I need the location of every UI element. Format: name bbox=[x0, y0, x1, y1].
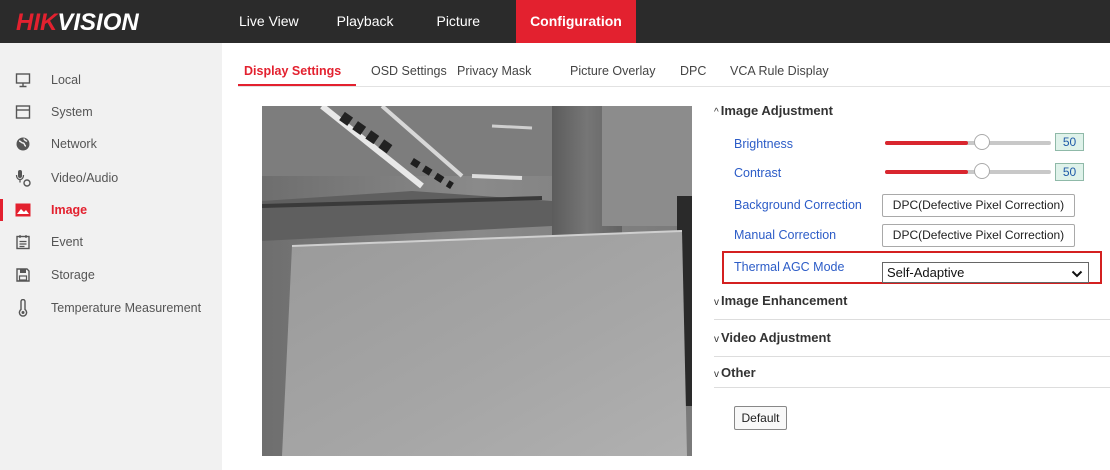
section-other[interactable]: v Other bbox=[714, 365, 756, 380]
contrast-slider[interactable] bbox=[885, 163, 1051, 179]
tab-osd-settings[interactable]: OSD Settings bbox=[371, 64, 447, 78]
nav-live-view[interactable]: Live View bbox=[220, 0, 318, 43]
calendar-icon bbox=[13, 233, 33, 251]
sidebar-item-label: Temperature Measurement bbox=[51, 301, 202, 315]
sidebar-item-label: Local bbox=[51, 73, 81, 87]
sidebar-item-event[interactable]: Event bbox=[13, 228, 222, 256]
thermal-image bbox=[262, 106, 692, 456]
brand-logo: HIKVISION bbox=[16, 9, 139, 37]
nav-picture[interactable]: Picture bbox=[412, 0, 516, 43]
tab-privacy-mask[interactable]: Privacy Mask bbox=[457, 64, 531, 78]
top-nav: Live View Playback Picture Configuration bbox=[220, 0, 636, 43]
sidebar-item-local[interactable]: Local bbox=[13, 66, 222, 94]
microphone-icon bbox=[13, 169, 33, 187]
sidebar-item-label: Storage bbox=[51, 268, 95, 282]
sidebar-item-video-audio[interactable]: Video/Audio bbox=[13, 164, 222, 192]
background-correction-button[interactable]: DPC(Defective Pixel Correction) bbox=[882, 194, 1075, 217]
slider-fill bbox=[885, 141, 968, 145]
contrast-label: Contrast bbox=[734, 166, 782, 180]
thermal-agc-mode-label: Thermal AGC Mode bbox=[734, 260, 845, 274]
tab-picture-overlay[interactable]: Picture Overlay bbox=[570, 64, 655, 78]
image-icon bbox=[13, 201, 33, 219]
section-divider bbox=[714, 387, 1110, 388]
image-settings-panel: ^ Image Adjustment Brightness 50 Contrast… bbox=[714, 93, 1110, 470]
top-bar: HIKVISION Live View Playback Picture Con… bbox=[0, 0, 1110, 43]
monitor-icon bbox=[13, 71, 33, 89]
manual-correction-label: Manual Correction bbox=[734, 228, 837, 242]
sidebar-item-label: Video/Audio bbox=[51, 171, 119, 185]
tab-dpc[interactable]: DPC bbox=[680, 64, 706, 78]
sidebar-item-storage[interactable]: Storage bbox=[13, 261, 222, 289]
thermal-agc-mode-select[interactable]: Self-Adaptive bbox=[882, 262, 1089, 283]
default-button[interactable]: Default bbox=[734, 406, 787, 430]
floppy-disk-icon bbox=[13, 266, 33, 284]
sidebar-item-label: Network bbox=[51, 137, 97, 151]
thermometer-icon bbox=[13, 299, 33, 317]
chevron-down-icon: v bbox=[714, 369, 719, 380]
chevron-down-icon: v bbox=[714, 334, 719, 345]
section-video-adjustment[interactable]: v Video Adjustment bbox=[714, 330, 831, 345]
section-image-adjustment[interactable]: ^ Image Adjustment bbox=[714, 103, 833, 118]
sidebar-item-label: Event bbox=[51, 235, 83, 249]
slider-thumb[interactable] bbox=[974, 134, 990, 150]
globe-icon bbox=[13, 135, 33, 153]
sidebar-item-label: Image bbox=[51, 203, 88, 217]
section-image-enhancement[interactable]: v Image Enhancement bbox=[714, 293, 847, 308]
select-value: Self-Adaptive bbox=[887, 265, 965, 280]
section-title: Other bbox=[721, 365, 756, 380]
chevron-down-icon bbox=[1071, 266, 1083, 285]
sub-tabs: Display Settings OSD Settings Privacy Ma… bbox=[222, 43, 1110, 87]
brand-logo-part1: HIK bbox=[16, 9, 58, 36]
thermal-video-preview bbox=[262, 106, 692, 456]
contrast-value[interactable]: 50 bbox=[1055, 163, 1084, 181]
brightness-value[interactable]: 50 bbox=[1055, 133, 1084, 151]
sidebar-item-system[interactable]: System bbox=[13, 98, 222, 126]
chevron-down-icon: v bbox=[714, 297, 719, 308]
brand-logo-part2: VISION bbox=[57, 9, 139, 36]
section-divider bbox=[714, 356, 1110, 357]
sidebar-item-image[interactable]: Image bbox=[0, 196, 222, 224]
manual-correction-button[interactable]: DPC(Defective Pixel Correction) bbox=[882, 224, 1075, 247]
nav-configuration[interactable]: Configuration bbox=[516, 0, 636, 43]
window-icon bbox=[13, 103, 33, 121]
sidebar-item-label: System bbox=[51, 105, 93, 119]
tab-display-settings[interactable]: Display Settings bbox=[244, 64, 341, 78]
section-divider bbox=[714, 319, 1110, 320]
sidebar: Local System Network Video/Audio Image E… bbox=[0, 43, 222, 470]
slider-thumb[interactable] bbox=[974, 163, 990, 179]
chevron-up-icon: ^ bbox=[714, 107, 719, 118]
sidebar-item-network[interactable]: Network bbox=[13, 130, 222, 158]
sidebar-item-temperature-measurement[interactable]: Temperature Measurement bbox=[13, 294, 222, 322]
brightness-label: Brightness bbox=[734, 137, 794, 151]
tab-vca-rule-display[interactable]: VCA Rule Display bbox=[730, 64, 829, 78]
section-title: Video Adjustment bbox=[721, 330, 831, 345]
slider-fill bbox=[885, 170, 968, 174]
section-title: Image Adjustment bbox=[720, 103, 833, 118]
background-correction-label: Background Correction bbox=[734, 198, 862, 212]
section-title: Image Enhancement bbox=[721, 293, 848, 308]
brightness-slider[interactable] bbox=[885, 134, 1051, 150]
nav-playback[interactable]: Playback bbox=[318, 0, 413, 43]
tabs-divider bbox=[238, 86, 1110, 87]
